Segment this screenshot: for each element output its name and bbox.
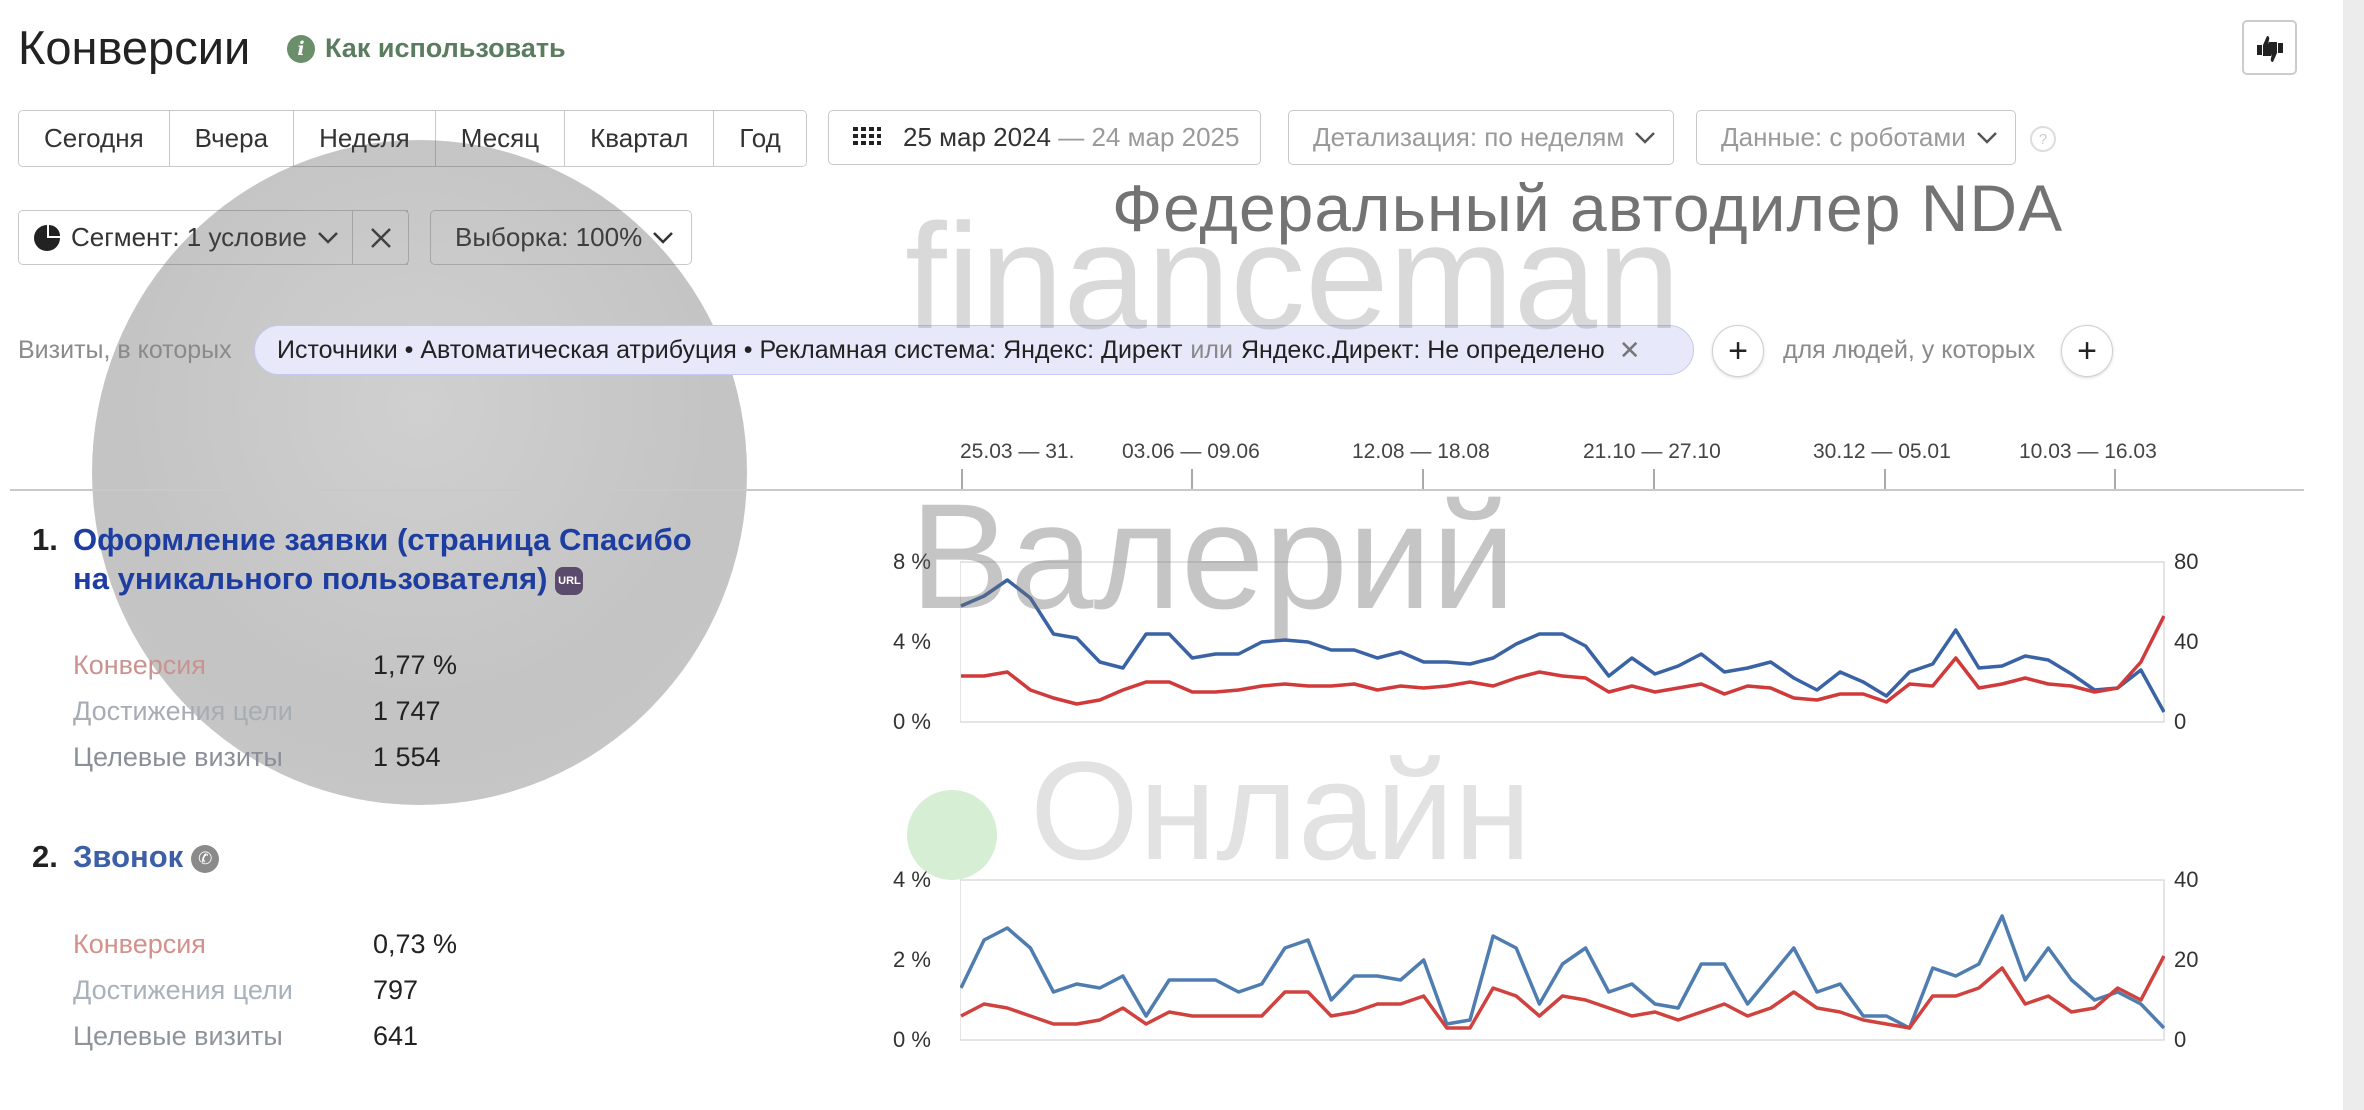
period-quarter-button[interactable]: Квартал [565,111,715,166]
filter-chip-text-2: Яндекс.Директ: Не определено [1240,335,1605,364]
add-filter-button[interactable]: + [1712,325,1764,377]
timeline-axis-line [10,489,2304,491]
help-icon[interactable]: ? [2030,126,2056,152]
timeline-tick-label: 30.12 — 05.01 [1813,440,1951,463]
segment-clear-button[interactable] [352,210,409,265]
timeline-tick-mark [1191,469,1193,489]
goal-title-link[interactable]: Звонок ✆ [73,837,220,876]
chevron-down-icon [1635,131,1656,144]
metric-label-conversion: Конверсия [73,929,206,959]
period-month-button[interactable]: Месяц [435,111,566,166]
chart-frame [960,879,2165,1041]
date-range-picker[interactable]: 25 мар 2024 — 24 мар 2025 [828,110,1261,165]
chart2-right-axis-tick: 0 [2174,1027,2187,1052]
period-button-group: Сегодня Вчера Неделя Месяц Квартал Год [18,110,807,167]
series-line-left [960,578,2165,713]
sample-label: Выборка: 100% [455,222,643,252]
chevron-down-icon [318,231,338,244]
timeline-tick-label: 25.03 — 31. [960,440,1075,463]
metric-label-reaches: Достижения цели [73,696,293,726]
sample-select[interactable]: Выборка: 100% [430,210,692,265]
data-select[interactable]: Данные: с роботами [1696,110,2016,165]
chart1-left-axis-tick: 4 % [893,629,931,654]
detail-select-label: Детализация: по неделям [1313,122,1625,152]
chart2-left-axis-tick: 0 % [893,1027,931,1052]
filter-chip[interactable]: Источники • Автоматическая атрибуция • Р… [254,325,1694,375]
chart1-left-axis-tick: 0 % [893,709,931,734]
metric-value-conversion: 1,77 % [373,650,458,680]
people-label: для людей, у которых [1783,336,2036,364]
how-to-use-link[interactable]: i Как использовать [287,33,566,64]
period-today-button[interactable]: Сегодня [19,111,170,166]
calendar-icon [853,126,881,145]
watermark-dealer: Федеральный автодилер NDA [1112,171,2064,245]
add-people-filter-button[interactable]: + [2061,325,2113,377]
thumbs-up-down-icon [2256,35,2283,62]
metric-value-target-visits: 641 [373,1021,419,1051]
series-line-right [961,615,2165,706]
visits-label: Визиты, в которых [18,336,232,364]
timeline-tick-label: 12.08 — 18.08 [1352,440,1490,463]
chart1-left-axis-tick: 8 % [893,549,931,574]
data-select-label: Данные: с роботами [1721,122,1966,152]
timeline-tick-label: 21.10 — 27.10 [1583,440,1721,463]
detail-select[interactable]: Детализация: по неделям [1288,110,1674,165]
chart1-right-axis-tick: 40 [2174,629,2199,654]
metric-value-target-visits: 1 554 [373,742,441,772]
watermark-online: Онлайн [1030,732,1532,889]
pie-chart-icon [34,224,60,251]
metric-value-conversion: 0,73 % [373,929,458,959]
chevron-down-icon [1976,131,1997,144]
metric-value-reaches: 797 [373,975,419,1005]
goal-title-text: Звонок [73,839,184,874]
metric-value-reaches: 1 747 [373,696,441,726]
metric-label-reaches: Достижения цели [73,975,293,1005]
info-icon: i [287,34,315,63]
page-title: Конверсии [18,21,251,74]
how-to-use-label: Как использовать [325,33,566,63]
segment-label: Сегмент: 1 условие [71,222,307,252]
period-week-button[interactable]: Неделя [294,111,436,166]
date-from: 25 мар 2024 [903,122,1052,152]
close-icon [370,227,391,248]
metric-label-target-visits: Целевые визиты [73,742,283,772]
goal-title-text: Оформление заявки (страница Спасибо на у… [73,522,692,596]
goal-number: 2. [32,839,58,874]
goal2-line-chart [960,879,2165,1041]
timeline-tick-mark [961,469,963,489]
period-year-button[interactable]: Год [714,111,806,166]
chart2-right-axis-tick: 40 [2174,867,2199,892]
date-to: — 24 мар 2025 [1058,122,1240,152]
chart1-right-axis-tick: 0 [2174,709,2187,734]
feedback-button[interactable] [2242,20,2297,75]
segment-select[interactable]: Сегмент: 1 условие [18,210,408,265]
watermark-online-dot [907,790,997,880]
goal1-line-chart [960,561,2165,723]
scrollbar-track[interactable] [2343,0,2364,1110]
timeline-tick-label: 03.06 — 09.06 [1122,440,1260,463]
timeline-tick-mark [1422,469,1424,489]
timeline-tick-mark [1653,469,1655,489]
url-badge-icon: URL [555,566,584,595]
goal-number: 1. [32,522,58,557]
timeline-tick-mark [1884,469,1886,489]
timeline-tick-mark [2114,469,2116,489]
series-line-left [960,914,2165,1030]
filter-or-word: или [1190,335,1233,364]
metric-label-conversion: Конверсия [73,650,206,680]
chart2-left-axis-tick: 2 % [893,947,931,972]
period-yesterday-button[interactable]: Вчера [169,111,295,166]
phone-icon: ✆ [191,844,220,873]
goal-title-link[interactable]: Оформление заявки (страница Спасибо на у… [73,520,723,598]
chevron-down-icon [653,231,674,244]
chart2-right-axis-tick: 20 [2174,947,2199,972]
timeline-tick-label: 10.03 — 16.03 [2019,440,2157,463]
filter-chip-text: Источники • Автоматическая атрибуция • Р… [277,335,1183,364]
close-icon[interactable]: ✕ [1619,335,1641,366]
metric-label-target-visits: Целевые визиты [73,1021,283,1051]
chart1-right-axis-tick: 80 [2174,549,2199,574]
